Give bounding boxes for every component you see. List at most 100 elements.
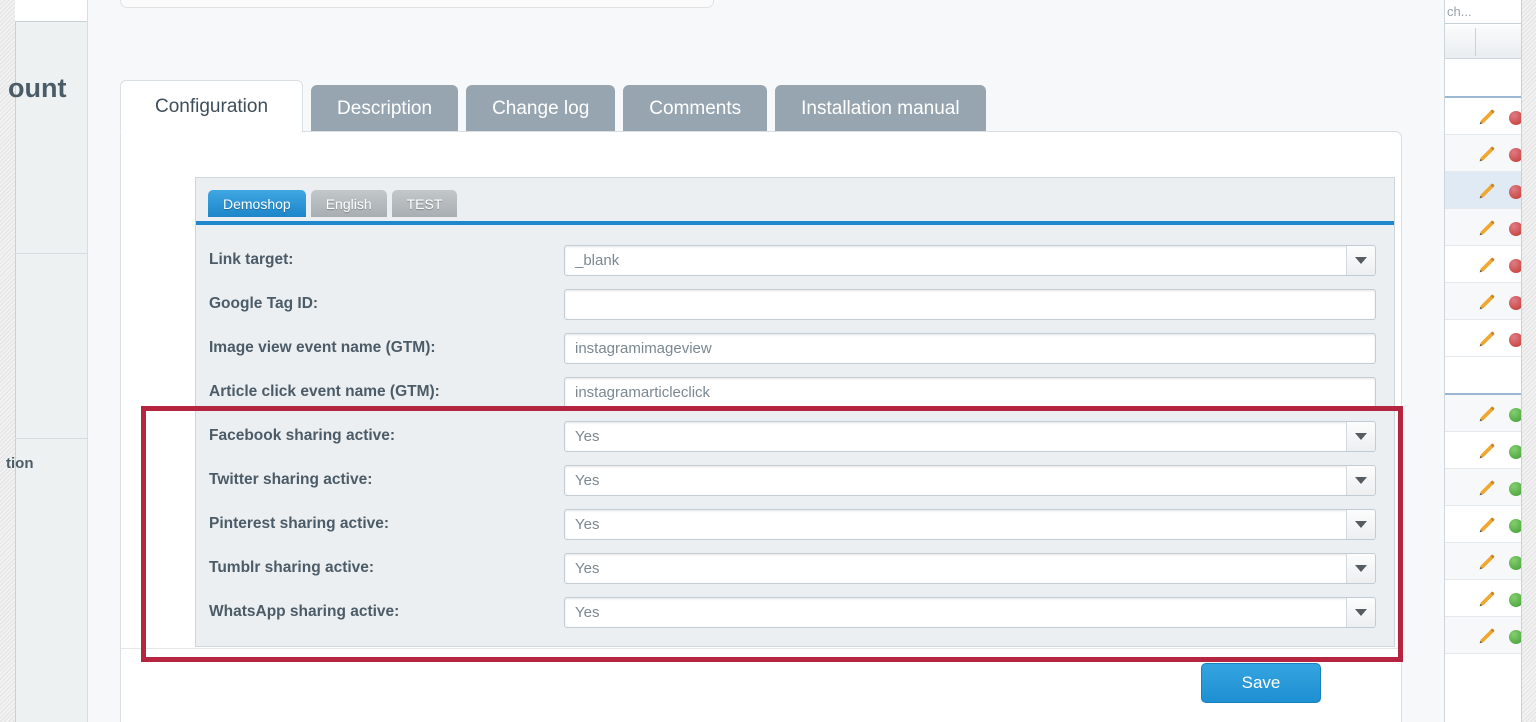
field-row-image-view-event: Image view event name (GTM): instagramim…: [196, 326, 1394, 370]
subtab-demoshop[interactable]: Demoshop: [208, 190, 306, 217]
select-link-target-value: _blank: [575, 251, 620, 269]
right-scrollbar[interactable]: [1521, 0, 1536, 722]
right-search-field[interactable]: ch...: [1445, 0, 1523, 24]
tab-description[interactable]: Description: [311, 85, 459, 133]
edit-pencil-icon[interactable]: [1477, 515, 1497, 535]
chevron-down-icon: [1346, 553, 1375, 583]
table-row[interactable]: [1445, 320, 1523, 357]
field-row-google-tag-id: Google Tag ID:: [196, 282, 1394, 326]
edit-pencil-icon[interactable]: [1477, 589, 1497, 609]
left-sidebar-remnant: ount tion: [0, 0, 88, 722]
table-row[interactable]: [1445, 506, 1523, 543]
subtab-test-label: TEST: [406, 195, 443, 212]
select-pinterest-sharing-value: Yes: [575, 515, 600, 533]
table-row[interactable]: [1445, 543, 1523, 580]
left-cut-label-top: ount: [8, 73, 67, 103]
chevron-down-icon: [1346, 597, 1375, 627]
table-row[interactable]: [1445, 469, 1523, 506]
form-action-bar: Save: [121, 648, 1401, 722]
main-page-area: Configuration Description Change log Com…: [88, 0, 1444, 722]
left-header-stub: [15, 0, 87, 22]
save-button-label: Save: [1241, 673, 1281, 692]
field-row-article-click-event: Article click event name (GTM): instagra…: [196, 370, 1394, 414]
tab-comments[interactable]: Comments: [623, 85, 768, 133]
chevron-down-icon: [1346, 245, 1375, 275]
tab-configuration[interactable]: Configuration: [120, 80, 304, 133]
edit-pencil-icon[interactable]: [1477, 181, 1497, 201]
right-table-header: [1445, 25, 1523, 59]
table-row[interactable]: [1445, 246, 1523, 283]
edit-pencil-icon[interactable]: [1477, 329, 1497, 349]
table-row[interactable]: [1445, 283, 1523, 320]
right-table-body: ch...: [1444, 0, 1523, 722]
edit-pencil-icon[interactable]: [1477, 441, 1497, 461]
field-row-whatsapp-sharing: WhatsApp sharing active: Yes: [196, 590, 1394, 634]
input-google-tag-id[interactable]: [564, 288, 1376, 320]
tab-bar: Configuration Description Change log Com…: [120, 80, 986, 133]
field-row-facebook-sharing: Facebook sharing active: Yes: [196, 414, 1394, 458]
right-search-text: ch...: [1447, 4, 1472, 19]
input-image-view-event[interactable]: instagramimageview: [564, 332, 1376, 364]
select-tumblr-sharing[interactable]: Yes: [564, 552, 1376, 584]
edit-pencil-icon[interactable]: [1477, 107, 1497, 127]
subtab-english[interactable]: English: [310, 190, 387, 217]
subtab-test[interactable]: TEST: [391, 190, 458, 217]
select-pinterest-sharing[interactable]: Yes: [564, 508, 1376, 540]
edit-pencil-icon[interactable]: [1477, 626, 1497, 646]
shop-subtab-bar: Demoshop English TEST: [208, 190, 458, 217]
tab-installation-manual-label: Installation manual: [801, 98, 960, 119]
table-row[interactable]: [1445, 580, 1523, 617]
select-tumblr-sharing-value: Yes: [575, 559, 600, 577]
settings-field-list: Link target: _blank Google Tag ID: Image…: [196, 225, 1394, 646]
table-row[interactable]: [1445, 172, 1523, 209]
select-twitter-sharing[interactable]: Yes: [564, 464, 1376, 496]
top-panel-stub: [120, 0, 714, 8]
left-divider-1: [15, 253, 87, 254]
tab-configuration-label: Configuration: [155, 95, 269, 117]
edit-pencil-icon[interactable]: [1477, 404, 1497, 424]
input-article-click-event-value: instagramarticleclick: [575, 383, 711, 401]
settings-form-panel: Demoshop English TEST Link target: _blan…: [195, 177, 1395, 647]
label-facebook-sharing: Facebook sharing active:: [209, 427, 396, 444]
label-link-target: Link target:: [209, 251, 294, 268]
edit-pencil-icon[interactable]: [1477, 144, 1497, 164]
select-whatsapp-sharing-value: Yes: [575, 603, 600, 621]
table-row[interactable]: [1445, 209, 1523, 246]
subtab-demoshop-label: Demoshop: [223, 195, 291, 212]
chevron-down-icon: [1346, 421, 1375, 451]
edit-pencil-icon[interactable]: [1477, 552, 1497, 572]
field-row-twitter-sharing: Twitter sharing active: Yes: [196, 458, 1394, 502]
table-row[interactable]: [1445, 617, 1523, 654]
tab-description-label: Description: [337, 98, 433, 119]
select-link-target[interactable]: _blank: [564, 244, 1376, 276]
table-row[interactable]: [1445, 395, 1523, 432]
subtab-english-label: English: [325, 195, 372, 212]
tab-comments-label: Comments: [649, 98, 742, 119]
configuration-panel: Demoshop English TEST Link target: _blan…: [120, 131, 1402, 722]
input-image-view-event-value: instagramimageview: [575, 339, 712, 357]
edit-pencil-icon[interactable]: [1477, 292, 1497, 312]
edit-pencil-icon[interactable]: [1477, 478, 1497, 498]
label-tumblr-sharing: Tumblr sharing active:: [209, 559, 375, 576]
tab-change-log[interactable]: Change log: [466, 85, 616, 133]
field-row-tumblr-sharing: Tumblr sharing active: Yes: [196, 546, 1394, 590]
left-divider-2: [15, 438, 87, 439]
table-row[interactable]: [1445, 432, 1523, 469]
save-button[interactable]: Save: [1201, 663, 1321, 703]
left-scrollbar[interactable]: [0, 0, 16, 722]
tab-installation-manual[interactable]: Installation manual: [775, 85, 986, 133]
right-table-remnant: ch...: [1444, 0, 1536, 722]
select-facebook-sharing-value: Yes: [575, 427, 600, 445]
input-article-click-event[interactable]: instagramarticleclick: [564, 376, 1376, 408]
table-row[interactable]: [1445, 98, 1523, 135]
label-whatsapp-sharing: WhatsApp sharing active:: [209, 603, 400, 620]
label-pinterest-sharing: Pinterest sharing active:: [209, 515, 390, 532]
edit-pencil-icon[interactable]: [1477, 218, 1497, 238]
right-header-divider: [1475, 28, 1476, 56]
select-whatsapp-sharing[interactable]: Yes: [564, 596, 1376, 628]
right-table-filter-row: [1445, 59, 1523, 98]
edit-pencil-icon[interactable]: [1477, 255, 1497, 275]
select-twitter-sharing-value: Yes: [575, 471, 600, 489]
select-facebook-sharing[interactable]: Yes: [564, 420, 1376, 452]
table-row[interactable]: [1445, 135, 1523, 172]
